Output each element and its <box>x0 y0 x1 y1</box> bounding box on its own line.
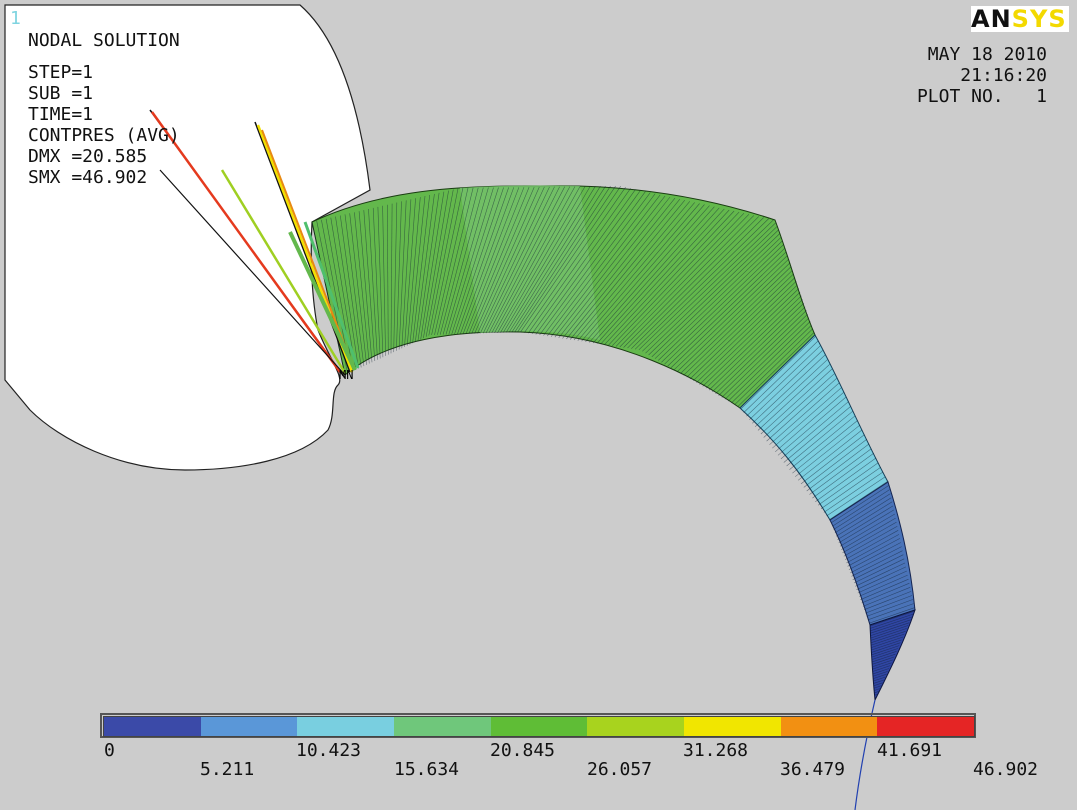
legend-swatch <box>297 717 395 736</box>
stamp-plot: PLOT NO. 1 <box>916 86 1047 107</box>
stamp-time: 21:16:20 <box>960 65 1047 86</box>
legend-label: 20.845 <box>490 740 556 761</box>
legend-label: 0 <box>104 740 115 761</box>
plot-canvas: MN <box>4 4 916 810</box>
node-marker: MN <box>339 368 353 382</box>
contour-legend <box>103 716 975 737</box>
legend-label: 15.634 <box>394 759 460 780</box>
info-step: STEP=1 <box>28 62 94 83</box>
info-title: NODAL SOLUTION <box>28 30 180 51</box>
info-smx: SMX =46.902 <box>28 167 148 188</box>
info-item: CONTPRES (AVG) <box>28 125 180 146</box>
legend-swatch <box>587 717 685 736</box>
legend-label: 10.423 <box>296 740 362 761</box>
legend-label: 46.902 <box>973 759 1039 780</box>
legend-swatch <box>200 717 298 736</box>
legend-swatch <box>684 717 781 736</box>
stamp-date: MAY 18 2010 <box>927 44 1047 65</box>
legend-swatch <box>394 717 491 736</box>
legend-label: 31.268 <box>683 740 749 761</box>
legend-label: 36.479 <box>780 759 846 780</box>
legend-swatch <box>490 717 588 736</box>
legend-swatch <box>877 717 975 736</box>
window-number: 1 <box>10 8 21 29</box>
info-dmx: DMX =20.585 <box>28 146 148 167</box>
legend-swatch <box>104 717 201 736</box>
info-time: TIME=1 <box>28 104 94 125</box>
legend-swatch <box>780 717 878 736</box>
legend-label: 26.057 <box>587 759 653 780</box>
legend-label: 41.691 <box>877 740 943 761</box>
ansys-logo: ANSYS <box>971 6 1069 32</box>
info-sub: SUB =1 <box>28 83 94 104</box>
legend-label: 5.211 <box>200 759 255 780</box>
